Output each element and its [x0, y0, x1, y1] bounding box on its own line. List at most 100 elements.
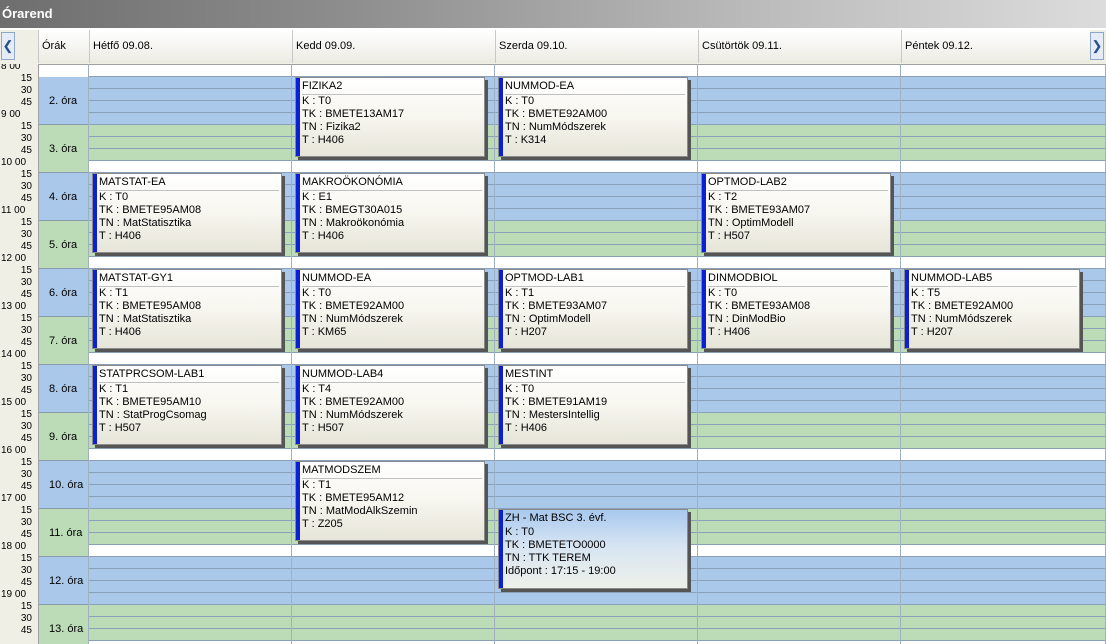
day-header: ❮ Órák Hétfő 09.08. Kedd 09.09. Szerda 0…: [0, 30, 1106, 65]
day-separator: [88, 64, 89, 644]
event-detail: TK : BMETE92AM00: [302, 396, 405, 408]
time-hour-label: 9 00: [1, 109, 21, 120]
timetable-event[interactable]: MATSTAT-GY1 K : T1 TK : BMETE95AM08 TN : Ma…: [92, 269, 282, 349]
timetable-event[interactable]: OPTMOD-LAB2 K : T2 TK : BMETE93AM07 TN : Op…: [701, 173, 891, 253]
day-header-thursday[interactable]: Csütörtök 09.11.: [698, 30, 901, 63]
timetable-event[interactable]: NUMMOD-LAB5 K : T5 TK : BMETE92AM00 TN : Nu…: [904, 269, 1080, 349]
time-minute-label: 30: [20, 565, 32, 576]
event-color-bar: [296, 270, 300, 348]
day-separator: [697, 64, 698, 644]
time-hour-label: 14 00: [1, 349, 27, 360]
time-minute-label: 30: [20, 229, 32, 240]
event-detail: TK : BMETE92AM00: [911, 300, 1014, 312]
event-detail: T : H507: [302, 422, 344, 434]
event-detail: K : T0: [302, 95, 332, 107]
time-minute-label: 15: [20, 169, 32, 180]
event-detail: T : H406: [99, 326, 141, 338]
event-detail: TK : BMETE95AM10: [99, 396, 202, 408]
event-detail: K : T0: [505, 95, 535, 107]
scroll-left-icon[interactable]: ❮: [1, 32, 15, 60]
event-title: DINMODBIOL: [708, 270, 888, 287]
event-title: MESTINT: [505, 366, 685, 383]
event-title: NUMMOD-EA: [505, 78, 685, 95]
timetable-event[interactable]: MESTINT K : T0 TK : BMETE91AM19 TN : Mester…: [498, 365, 688, 445]
event-detail: TK : BMETE91AM19: [505, 396, 608, 408]
time-minute-label: 30: [20, 421, 32, 432]
timetable-event[interactable]: DINMODBIOL K : T0 TK : BMETE93AM08 TN : Din…: [701, 269, 891, 349]
event-color-bar: [296, 366, 300, 444]
event-detail: T : H507: [708, 230, 750, 242]
day-header-wednesday[interactable]: Szerda 09.10.: [495, 30, 698, 63]
time-minute-label: 30: [20, 133, 32, 144]
time-minute-label: 15: [20, 217, 32, 228]
event-color-bar: [905, 270, 909, 348]
event-detail: TK : BMEGT30A015: [302, 204, 403, 216]
time-hour-label: 17 00: [1, 493, 27, 504]
event-color-bar: [93, 270, 97, 348]
day-header-tuesday[interactable]: Kedd 09.09.: [292, 30, 495, 63]
event-detail: TN : StatProgCsomag: [99, 409, 207, 421]
event-color-bar: [296, 174, 300, 252]
time-hour-label: 12 00: [1, 253, 27, 264]
time-minute-label: 15: [20, 361, 32, 372]
time-minute-label: 45: [20, 481, 32, 492]
slot-label: 11. óra: [39, 509, 88, 557]
event-detail: TN : OptimModell: [708, 217, 794, 229]
time-minute-label: 45: [20, 97, 32, 108]
timetable-event[interactable]: MATMODSZEM K : T1 TK : BMETE95AM12 TN : Mat…: [295, 461, 485, 541]
event-color-bar: [499, 366, 503, 444]
time-minute-label: 30: [20, 181, 32, 192]
event-detail: TN : NumMódszerek: [505, 121, 606, 133]
event-title: OPTMOD-LAB1: [505, 270, 685, 287]
timetable-event[interactable]: ZH - Mat BSC 3. évf. K : T0 TK : BMETETO00…: [498, 509, 688, 589]
event-detail: K : T0: [99, 191, 129, 203]
event-detail: TK : BMETE13AM17: [302, 108, 405, 120]
day-header-friday[interactable]: Péntek 09.12.: [901, 30, 1090, 63]
event-detail: TN : TTK TEREM: [505, 552, 591, 564]
event-title: MATMODSZEM: [302, 462, 482, 479]
time-minute-label: 15: [20, 553, 32, 564]
event-detail: TN : OptimModell: [505, 313, 591, 325]
event-color-bar: [499, 510, 503, 588]
time-minute-label: 15: [20, 265, 32, 276]
timetable-event[interactable]: STATPRCSOM-LAB1 K : T1 TK : BMETE95AM10 TN …: [92, 365, 282, 445]
day-header-monday[interactable]: Hétfő 09.08.: [89, 30, 292, 63]
time-minute-label: 15: [20, 457, 32, 468]
slot-label: 9. óra: [39, 413, 88, 461]
event-title: MATSTAT-EA: [99, 174, 279, 191]
slot-label: 6. óra: [39, 269, 88, 317]
event-detail: T : H406: [302, 230, 344, 242]
timetable-event[interactable]: MAKROÖKONÓMIA K : E1 TK : BMEGT30A015 TN : …: [295, 173, 485, 253]
time-hour-label: 8 00: [1, 64, 21, 72]
grid-line: [89, 640, 1106, 641]
event-detail: K : T1: [99, 383, 129, 395]
event-detail: T : K314: [505, 134, 547, 146]
event-color-bar: [702, 174, 706, 252]
slot-label: 12. óra: [39, 557, 88, 605]
time-gutter: 8 00 15 30 45 9 00 15 30 45 10 00 15 30 45 11 00 15 30…: [0, 64, 39, 644]
scroll-right-icon[interactable]: ❯: [1090, 32, 1104, 60]
timetable-event[interactable]: OPTMOD-LAB1 K : T1 TK : BMETE93AM07 TN : Op…: [498, 269, 688, 349]
event-title: NUMMOD-EA: [302, 270, 482, 287]
event-title: NUMMOD-LAB4: [302, 366, 482, 383]
time-minute-label: 30: [20, 613, 32, 624]
timetable-event[interactable]: NUMMOD-EA K : T0 TK : BMETE92AM00 TN : NumM…: [498, 77, 688, 157]
event-detail: TN : DinModBio: [708, 313, 786, 325]
time-hour-label: 11 00: [1, 205, 26, 216]
event-title: FIZIKA2: [302, 78, 482, 95]
event-color-bar: [93, 174, 97, 252]
event-detail: T : Z205: [302, 518, 343, 530]
event-detail: TK : BMETE92AM00: [505, 108, 608, 120]
event-detail: K : T4: [302, 383, 332, 395]
event-detail: Időpont : 17:15 - 19:00: [505, 565, 616, 577]
time-minute-label: 45: [20, 385, 32, 396]
timetable-event[interactable]: FIZIKA2 K : T0 TK : BMETE13AM17 TN : Fizika…: [295, 77, 485, 157]
day-separator: [291, 64, 292, 644]
timetable-event[interactable]: NUMMOD-LAB4 K : T4 TK : BMETE92AM00 TN : Nu…: [295, 365, 485, 445]
event-detail: K : T1: [505, 287, 535, 299]
timetable-event[interactable]: NUMMOD-EA K : T0 TK : BMETE92AM00 TN : NumM…: [295, 269, 485, 349]
event-title: MAKROÖKONÓMIA: [302, 174, 482, 191]
time-minute-label: 30: [20, 277, 32, 288]
timetable-event[interactable]: MATSTAT-EA K : T0 TK : BMETE95AM08 TN : Mat…: [92, 173, 282, 253]
time-minute-label: 45: [20, 241, 32, 252]
